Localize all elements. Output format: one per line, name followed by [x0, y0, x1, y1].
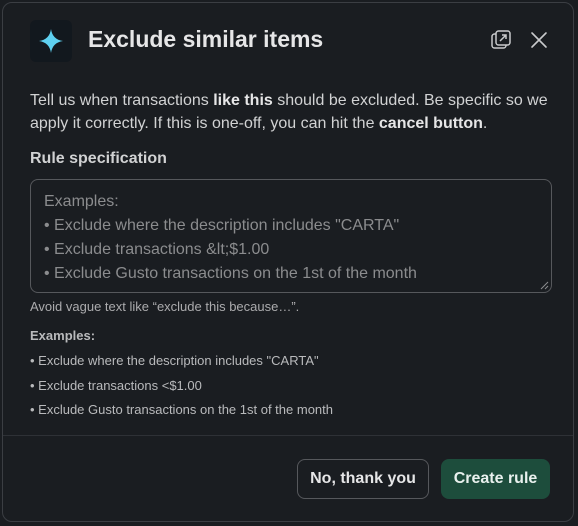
list-item: • Exclude where the description includes… — [30, 353, 319, 368]
exclude-similar-dialog: Exclude similar items Tell us when trans… — [2, 2, 574, 522]
placeholder-line: • Exclude transactions &lt;$1.00 — [44, 241, 270, 258]
resize-handle-icon[interactable] — [540, 281, 549, 290]
placeholder-line: Examples: — [44, 193, 119, 210]
close-button[interactable] — [526, 27, 552, 53]
description-text-3: . — [482, 115, 488, 132]
rule-specification-input[interactable]: Examples: • Exclude where the descriptio… — [30, 179, 552, 293]
cancel-button[interactable]: No, thank you — [297, 459, 429, 499]
dialog-header: Exclude similar items — [3, 3, 573, 73]
app-logo — [30, 20, 72, 62]
dialog-title: Exclude similar items — [88, 26, 324, 52]
examples-list: • Exclude where the description includes… — [30, 349, 333, 423]
create-rule-button[interactable]: Create rule — [441, 459, 550, 499]
popout-icon — [491, 30, 511, 49]
footer-divider — [3, 435, 573, 436]
description-bold-like-this: like this — [213, 92, 273, 109]
placeholder-line: • Exclude where the description includes… — [44, 217, 400, 234]
dialog-description: Tell us when transactions like this shou… — [30, 89, 560, 135]
placeholder-line: • Exclude Gusto transactions on the 1st … — [44, 265, 417, 282]
list-item: • Exclude Gusto transactions on the 1st … — [30, 402, 333, 417]
close-icon — [531, 32, 547, 48]
sparkle-icon — [39, 29, 63, 53]
popout-button[interactable] — [488, 27, 514, 53]
rule-specification-label: Rule specification — [30, 150, 167, 167]
list-item: • Exclude transactions <$1.00 — [30, 377, 202, 393]
description-text-1: Tell us when transactions — [30, 92, 214, 109]
examples-heading: Examples: — [30, 328, 96, 343]
description-bold-cancel: cancel button — [378, 115, 483, 132]
input-hint: Avoid vague text like “exclude this beca… — [30, 299, 300, 314]
